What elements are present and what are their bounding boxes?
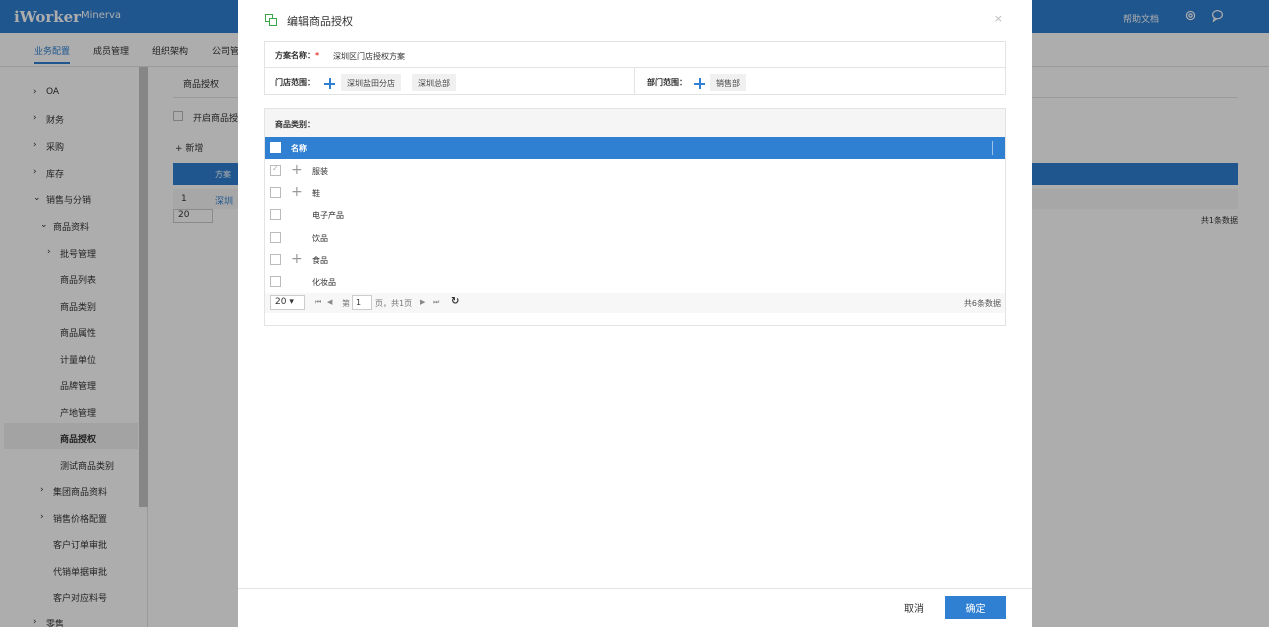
table-row[interactable]: + 鞋 [265,182,1005,204]
row-checkbox[interactable] [270,232,281,243]
category-name: 化妆品 [312,278,336,287]
table-row[interactable]: 饮品 [265,227,1005,249]
select-all-checkbox[interactable] [270,142,281,153]
table-row[interactable]: 电子产品 [265,204,1005,226]
divider [238,588,1032,589]
table-row[interactable]: + 食品 [265,249,1005,271]
category-name: 鞋 [312,189,320,198]
category-header: 商品类别： [265,109,1005,137]
category-panel: 商品类别： 名称 + 服装 + 鞋 电子产品 饮品 + 食品 [264,108,1006,326]
expand-plus-icon[interactable]: + [291,252,303,266]
confirm-button[interactable]: 确定 [945,596,1006,619]
form-box: 方案名称：* 深圳区门店授权方案 门店范围： 深圳盐田分店 深圳总部 部门范围：… [264,41,1006,95]
expand-plus-icon[interactable]: + [291,163,303,177]
page-size-select[interactable]: 20 ▾ [270,295,305,310]
pagination-bar: 20 ▾ ⏮ ◀ 第 1 页，共1页 ▶ ⏭ ↻ 共6条数据 [265,293,1005,313]
modal-title: 编辑商品授权 [287,15,353,28]
dept-range-label: 部门范围： [647,78,687,87]
first-page-icon[interactable]: ⏮ [315,298,321,307]
prev-page-icon[interactable]: ◀ [327,298,332,306]
page-number-input[interactable]: 1 [352,295,372,310]
scheme-name-value[interactable]: 深圳区门店授权方案 [333,51,405,62]
grid-header: 名称 [265,137,1005,159]
row-checkbox[interactable] [270,187,281,198]
category-label: 商品类别： [275,120,315,129]
divider [634,68,635,95]
row-checkbox[interactable] [270,254,281,265]
category-name: 饮品 [312,234,328,243]
store-tag[interactable]: 深圳盐田分店 [341,74,401,91]
dept-tag[interactable]: 销售部 [710,74,746,91]
store-tag[interactable]: 深圳总部 [412,74,456,91]
row-checkbox[interactable] [270,164,281,176]
page-prefix: 第 [342,299,350,308]
category-name: 食品 [312,256,328,265]
last-page-icon[interactable]: ⏭ [433,298,439,307]
scheme-row: 方案名称：* 深圳区门店授权方案 [265,42,1005,68]
table-row[interactable]: + 服装 [265,160,1005,182]
table-row[interactable]: 化妆品 [265,271,1005,293]
cancel-button[interactable]: 取消 [894,596,934,618]
name-column-header[interactable]: 名称 [291,143,307,154]
category-name: 服装 [312,167,328,176]
page-suffix: 页，共1页 [375,299,413,308]
copy-icon [265,14,277,26]
next-page-icon[interactable]: ▶ [420,298,425,306]
expand-plus-icon[interactable]: + [291,185,303,199]
scheme-name-label: 方案名称：* [275,51,320,60]
close-icon[interactable]: × [994,12,1003,25]
row-checkbox[interactable] [270,209,281,220]
add-dept-plus-icon[interactable] [694,78,705,89]
column-resize-handle[interactable] [992,141,993,155]
edit-authorization-modal: 编辑商品授权 × 方案名称：* 深圳区门店授权方案 门店范围： 深圳盐田分店 深… [238,0,1032,627]
total-count: 共6条数据 [963,299,1001,308]
add-store-plus-icon[interactable] [324,78,335,89]
category-name: 电子产品 [312,211,344,220]
row-checkbox[interactable] [270,276,281,287]
store-range-label: 门店范围： [275,78,315,87]
refresh-icon[interactable]: ↻ [451,296,459,307]
